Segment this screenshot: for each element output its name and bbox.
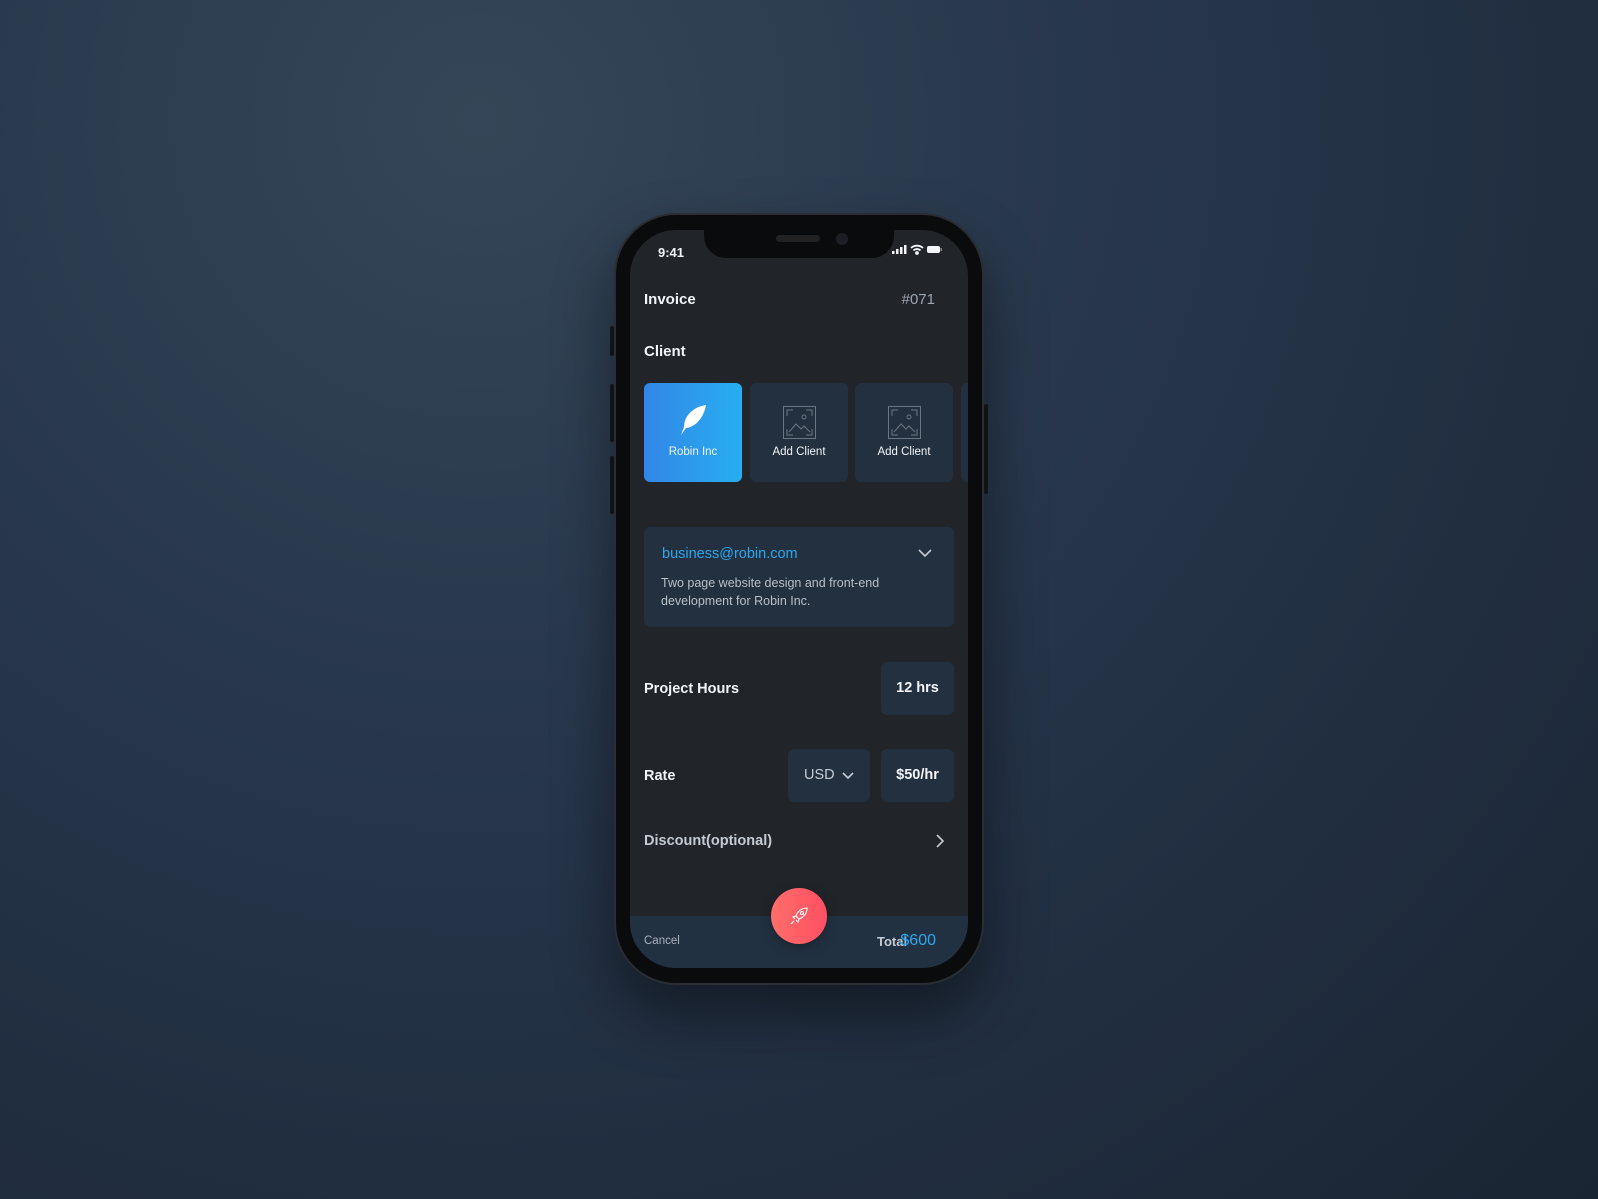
currency-select[interactable]: USD xyxy=(788,749,870,802)
invoice-number: #071 xyxy=(901,291,935,308)
chevron-right-icon xyxy=(936,834,945,848)
rate-input[interactable]: $50/hr xyxy=(881,749,954,802)
chevron-down-icon xyxy=(842,772,854,780)
add-client-card[interactable]: Add Client xyxy=(750,383,848,482)
discount-label: Discount(optional) xyxy=(644,833,773,849)
speaker xyxy=(776,235,820,242)
client-card-label: Add Client xyxy=(772,446,826,458)
project-hours-input[interactable]: 12 hrs xyxy=(881,662,954,715)
chevron-down-icon xyxy=(918,549,932,558)
total-value: $600 xyxy=(900,932,936,949)
client-label: Client xyxy=(644,343,686,360)
signal-icon xyxy=(892,245,907,254)
project-hours-label: Project Hours xyxy=(644,681,740,697)
battery-icon xyxy=(927,246,942,253)
client-card-label: Robin Inc xyxy=(668,446,718,458)
client-email: business@robin.com xyxy=(662,546,798,562)
feather-icon xyxy=(681,405,706,435)
image-placeholder-icon xyxy=(888,406,921,439)
status-icons xyxy=(892,244,942,255)
status-time: 9:41 xyxy=(658,245,685,260)
currency-value: USD xyxy=(804,767,835,783)
page-title: Invoice xyxy=(644,291,696,308)
camera xyxy=(836,233,848,245)
rate-label: Rate xyxy=(644,768,676,784)
add-client-card[interactable]: Add Client xyxy=(855,383,953,482)
notch xyxy=(704,230,894,258)
client-card-partial[interactable] xyxy=(961,383,968,482)
wifi-icon xyxy=(910,244,924,255)
image-placeholder-icon xyxy=(783,406,816,439)
client-details-dropdown[interactable]: business@robin.com Two page website desi… xyxy=(644,527,954,627)
send-invoice-button[interactable] xyxy=(771,888,827,944)
rocket-icon xyxy=(790,907,808,925)
cancel-button[interactable]: Cancel xyxy=(644,935,680,947)
project-description: Two page website design and front-end de… xyxy=(661,576,880,608)
phone-screen: 9:41 Invoice #071 Client Robin Inc Add C… xyxy=(630,230,968,968)
power-button xyxy=(984,404,988,494)
discount-row[interactable]: Discount(optional) xyxy=(644,826,954,856)
client-card-robin[interactable]: Robin Inc xyxy=(644,383,742,482)
client-card-label: Add Client xyxy=(877,446,931,458)
